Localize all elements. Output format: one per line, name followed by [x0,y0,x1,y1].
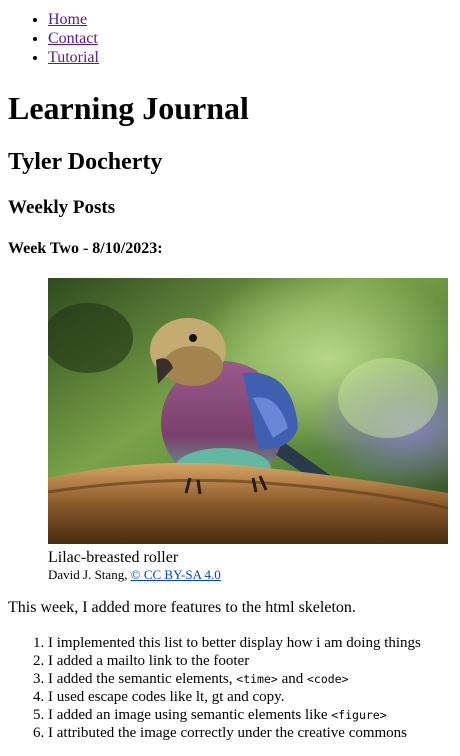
nav-item-tutorial: Tutorial [48,48,99,67]
list-item-text: I added the semantic elements, [48,671,237,687]
tutorial-link[interactable]: Tutorial [48,49,99,66]
post-heading: Week Two - 8/10/2023: [8,240,163,257]
post-figure: Lilac-breasted roller David J. Stang, © … [48,278,448,583]
code-figure: <figure> [331,708,387,722]
code-code: <code> [306,672,349,686]
nav-item-home: Home [48,10,99,29]
list-item-text: and [277,671,307,687]
list-item: I attributed the image correctly under t… [48,724,460,742]
list-item: I added an image using semantic elements… [48,706,460,724]
license-link[interactable]: © CC BY-SA 4.0 [131,567,221,582]
bird-photo [48,278,448,544]
image-credit: David J. Stang, © CC BY-SA 4.0 [48,567,448,583]
code-time: <time> [236,672,278,686]
contact-link[interactable]: Contact [48,30,98,47]
section-heading: Weekly Posts [8,197,116,218]
list-item-text: I added an image using semantic elements… [48,707,332,723]
home-link[interactable]: Home [48,11,87,28]
list-item: I used escape codes like lt, gt and copy… [48,688,460,706]
credit-author: David J. Stang, [48,567,131,582]
main-nav: Home Contact Tutorial [0,10,99,67]
list-item: I added the semantic elements, <time> an… [48,670,460,688]
post-intro: This week, I added more features to the … [8,599,356,616]
list-item: I implemented this list to better displa… [48,634,460,652]
author-name: Tyler Docherty [8,149,163,175]
list-item: I added a mailto link to the footer [48,652,460,670]
nav-item-contact: Contact [48,29,99,48]
changes-list: I implemented this list to better displa… [0,634,460,742]
figure-caption: Lilac-breasted roller [48,549,179,566]
page-title: Learning Journal [8,90,249,126]
